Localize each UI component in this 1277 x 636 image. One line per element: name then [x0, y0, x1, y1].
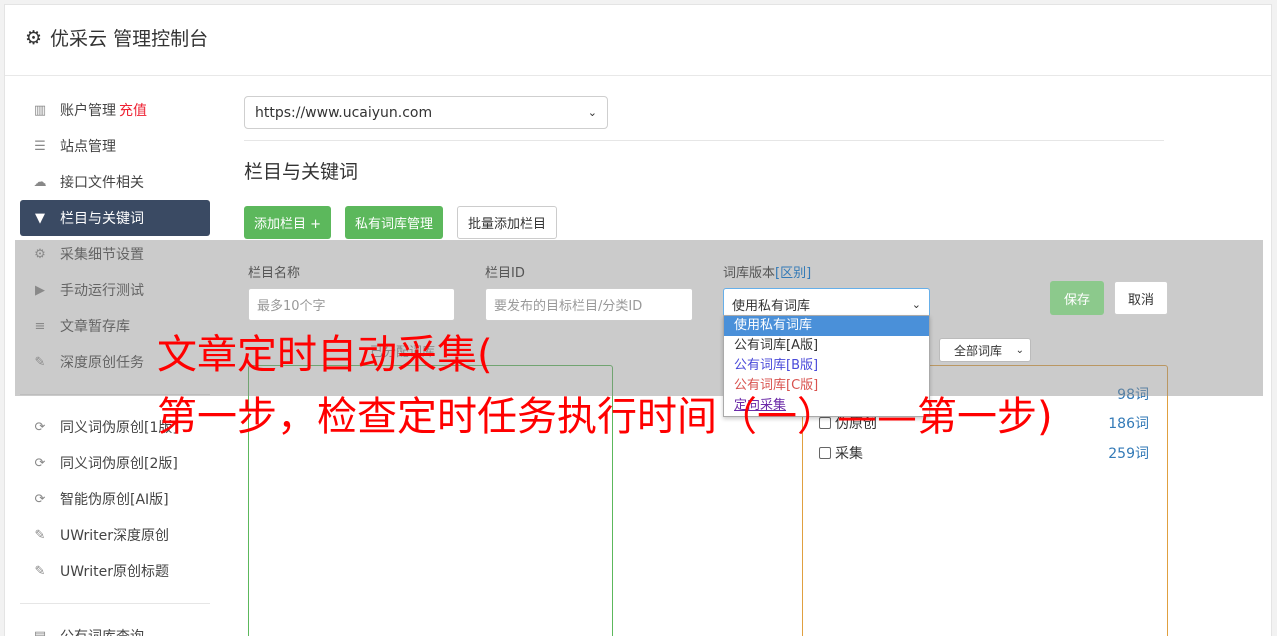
sidebar-item-ai-rewrite[interactable]: ⟳ 智能伪原创[AI版]	[20, 481, 210, 517]
column-name-input[interactable]: 最多10个字	[248, 288, 455, 321]
sidebar-item-label: 站点管理	[60, 139, 116, 155]
batch-add-button[interactable]: 批量添加栏目	[457, 206, 558, 239]
top-bar: ⚙ 优采云 管理控制台	[5, 5, 1271, 76]
sidebar-item-label: 公有词库查询	[60, 626, 144, 636]
library-name: 采集	[835, 446, 863, 462]
cloud-upload-icon: ☁	[33, 174, 47, 190]
refresh-icon: ⟳	[34, 491, 46, 507]
app-title: 优采云 管理控制台	[50, 28, 209, 50]
refresh-icon: ⟳	[34, 419, 46, 435]
library-count: 186词	[1108, 416, 1149, 432]
version-select-value: 使用私有词库	[732, 299, 811, 314]
bar-chart-icon: ▥	[33, 102, 47, 118]
chevron-down-icon: ⌄	[1015, 344, 1024, 356]
version-field-group: 词库版本[区别] 使用私有词库 ⌄	[723, 262, 930, 321]
sidebar-item-synonym-v2[interactable]: ⟳ 同义词伪原创[2版]	[20, 445, 210, 481]
sidebar-item-interface[interactable]: ☁ 接口文件相关	[20, 164, 210, 200]
sidebar-item-account[interactable]: ▥ 账户管理 充值	[20, 92, 210, 128]
section-title: 栏目与关键词	[244, 161, 359, 183]
add-column-button[interactable]: 添加栏目 +	[244, 206, 332, 239]
column-form: 栏目名称 最多10个字 栏目ID 要发布的目标栏目/分类ID 词库版本[区别] …	[244, 262, 1174, 322]
overlay-title-line2: 第一步，检查定时任务执行时间（一）——第一步)	[157, 394, 1053, 440]
book-icon: ▤	[33, 628, 47, 636]
refresh-icon: ⟳	[34, 455, 46, 471]
chevron-down-icon: ⌄	[911, 298, 921, 311]
sidebar-item-uwriter-deep[interactable]: ✎ UWriter深度原创	[20, 517, 210, 553]
sidebar-item-uwriter-title[interactable]: ✎ UWriter原创标题	[20, 553, 210, 589]
library-filter-select[interactable]: 全部词库 ⌄	[939, 338, 1031, 362]
library-filter-value: 全部词库	[954, 343, 1003, 358]
sidebar-item-label: 智能伪原创[AI版]	[60, 492, 169, 508]
cancel-button[interactable]: 取消	[1114, 281, 1168, 315]
chevron-down-icon: ⌄	[587, 106, 597, 119]
sidebar-item-label: UWriter原创标题	[60, 564, 169, 580]
brand[interactable]: ⚙ 优采云 管理控制台	[25, 24, 208, 51]
sidebar-item-sites[interactable]: ☰ 站点管理	[20, 128, 210, 164]
main-content: https://www.ucaiyun.com ⌄ 栏目与关键词 添加栏目 + …	[244, 96, 1164, 239]
version-label: 词库版本[区别]	[723, 266, 812, 281]
name-field-group: 栏目名称 最多10个字	[248, 262, 455, 321]
sidebar-item-columns[interactable]: ▼ 栏目与关键词	[20, 200, 210, 236]
id-label: 栏目ID	[485, 266, 525, 281]
sidebar-item-label: 栏目与关键词	[60, 211, 144, 227]
column-id-input[interactable]: 要发布的目标栏目/分类ID	[485, 288, 693, 321]
dropdown-option[interactable]: 公有词库[B版]	[724, 356, 929, 376]
site-select-value: https://www.ucaiyun.com	[255, 104, 433, 121]
sidebar-item-label: 同义词伪原创[2版]	[60, 456, 178, 472]
sidebar-item-label: UWriter深度原创	[60, 528, 169, 544]
recharge-link[interactable]: 充值	[119, 100, 147, 120]
button-row: 添加栏目 + 私有词库管理 批量添加栏目	[244, 206, 1164, 239]
private-library-button[interactable]: 私有词库管理	[345, 206, 444, 239]
divider	[244, 140, 1164, 141]
sidebar-item-public-lib[interactable]: ▤ 公有词库查询	[20, 618, 210, 636]
dropdown-option[interactable]: 公有词库[A版]	[724, 336, 929, 356]
sidebar-divider	[20, 603, 210, 604]
edit-icon: ✎	[34, 527, 46, 543]
library-count: 259词	[1108, 446, 1149, 462]
dropdown-option[interactable]: 使用私有词库	[724, 316, 929, 336]
server-icon: ☰	[34, 138, 46, 154]
gear-icon: ⚙	[25, 26, 43, 49]
save-button[interactable]: 保存	[1050, 281, 1104, 315]
overlay-title-line1: 文章定时自动采集(	[157, 332, 493, 378]
site-select[interactable]: https://www.ucaiyun.com ⌄	[244, 96, 608, 129]
library-row[interactable]: 采集 259词	[819, 443, 1149, 463]
edit-icon: ✎	[34, 563, 46, 579]
difference-link[interactable]: [区别]	[775, 266, 811, 281]
name-label: 栏目名称	[248, 266, 301, 281]
sidebar-item-label: 接口文件相关	[60, 175, 144, 191]
sidebar-item-label: 账户管理	[60, 103, 116, 119]
id-field-group: 栏目ID 要发布的目标栏目/分类ID	[485, 262, 693, 321]
filter-icon: ▼	[35, 210, 45, 226]
library-checkbox[interactable]	[819, 447, 831, 459]
